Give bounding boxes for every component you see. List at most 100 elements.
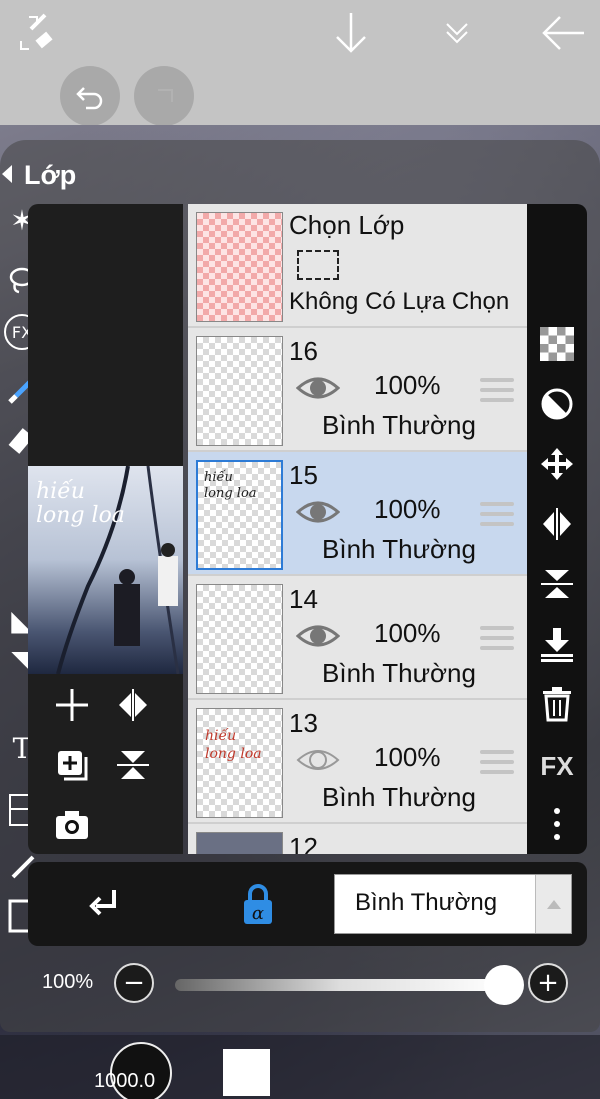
svg-text:α: α bbox=[252, 903, 264, 924]
undo-button[interactable] bbox=[60, 66, 120, 126]
merge-down-button[interactable] bbox=[535, 622, 579, 666]
double-chevron-down-icon bbox=[446, 23, 468, 44]
brush-eraser-swap-icon bbox=[20, 13, 53, 50]
layer-number: 12 bbox=[289, 832, 318, 854]
layer-opacity: 100% bbox=[374, 494, 441, 524]
layer-row[interactable]: 16 100% Bình Thường bbox=[188, 328, 527, 452]
tool-switch-button[interactable] bbox=[12, 8, 62, 58]
eye-hidden-icon[interactable] bbox=[296, 746, 340, 774]
selection-marquee-icon bbox=[297, 250, 339, 280]
merge-down-icon bbox=[541, 628, 573, 662]
invert-button[interactable] bbox=[535, 382, 579, 426]
preview-script-text: hiếu long loa bbox=[36, 479, 125, 528]
layer-number: 15 bbox=[289, 460, 318, 490]
arrow-down-icon bbox=[336, 13, 366, 53]
camera-button[interactable] bbox=[50, 803, 94, 847]
opacity-slider-track[interactable] bbox=[175, 979, 505, 991]
thumbnail-script-text: hiếu long loa bbox=[205, 728, 262, 762]
layer-blend-mode: Bình Thường bbox=[322, 782, 476, 812]
selection-layer-thumbnail bbox=[196, 212, 283, 322]
layer-thumbnail bbox=[196, 832, 283, 854]
arrow-left-icon bbox=[542, 16, 584, 50]
undo-icon bbox=[76, 87, 103, 110]
back-button[interactable] bbox=[536, 8, 590, 58]
drag-handle-icon[interactable] bbox=[480, 750, 514, 774]
eye-icon[interactable] bbox=[296, 498, 340, 526]
layer-blend-mode: Bình Thường bbox=[322, 658, 476, 688]
trash-icon bbox=[543, 687, 571, 722]
decrease-opacity-button[interactable]: − bbox=[114, 963, 154, 1003]
checkerboard-icon bbox=[540, 327, 574, 361]
fx-button[interactable]: FX bbox=[535, 744, 579, 788]
selection-layer-title: Chọn Lớp bbox=[289, 210, 405, 240]
eye-icon[interactable] bbox=[296, 622, 340, 650]
layer-row[interactable]: 14 100% Bình Thường bbox=[188, 576, 527, 700]
download-button[interactable] bbox=[326, 8, 376, 58]
eye-icon[interactable] bbox=[296, 374, 340, 402]
duplicate-icon bbox=[58, 751, 88, 781]
duplicate-layer-button[interactable] bbox=[50, 743, 94, 787]
clipping-button[interactable] bbox=[84, 884, 124, 924]
layer-row-selected[interactable]: hiếu long loa 15 100% Bình Thường bbox=[188, 452, 527, 576]
minus-icon: − bbox=[123, 968, 145, 998]
opacity-value-label: 100% bbox=[42, 971, 94, 993]
drag-handle-icon[interactable] bbox=[480, 378, 514, 402]
flip-horizontal-icon bbox=[119, 689, 147, 721]
thumbnail-script-text: hiếu long loa bbox=[204, 470, 257, 501]
alpha-lock-icon: α bbox=[244, 884, 272, 924]
expand-menu-button[interactable] bbox=[432, 8, 482, 58]
transparency-button[interactable] bbox=[535, 322, 579, 366]
increase-opacity-button[interactable]: + bbox=[528, 963, 568, 1003]
redo-button[interactable] bbox=[134, 66, 194, 126]
layer-thumbnail: hiếu long loa bbox=[196, 460, 283, 570]
layer-thumbnail: hiếu long loa bbox=[196, 708, 283, 818]
add-layer-button[interactable] bbox=[50, 683, 94, 727]
opacity-slider-knob[interactable] bbox=[484, 965, 524, 1005]
flip-vertical-layer-button[interactable] bbox=[535, 562, 579, 606]
layer-blend-mode: Bình Thường bbox=[322, 534, 476, 564]
alpha-lock-button[interactable]: α bbox=[238, 882, 278, 926]
more-vertical-icon bbox=[554, 808, 560, 840]
flip-horizontal-layer-button[interactable] bbox=[535, 502, 579, 546]
layer-opacity: 100% bbox=[374, 370, 441, 400]
contrast-icon bbox=[541, 388, 573, 420]
opacity-slider-row: 100% − + bbox=[0, 955, 600, 1015]
brush-size-value: 1000.0 bbox=[94, 1070, 156, 1092]
camera-icon bbox=[56, 811, 88, 839]
flip-horizontal-button[interactable] bbox=[111, 683, 155, 727]
layer-number: 14 bbox=[289, 584, 318, 614]
drag-handle-icon[interactable] bbox=[480, 502, 514, 526]
flip-horizontal-icon bbox=[543, 508, 571, 540]
layer-row[interactable]: hiếu long loa 13 100% Bình Thường bbox=[188, 700, 527, 824]
color-swatch[interactable] bbox=[223, 1049, 270, 1096]
layer-number: 13 bbox=[289, 708, 318, 738]
layer-blend-mode: Bình Thường bbox=[322, 410, 476, 440]
selection-layer-row[interactable]: Chọn Lớp Không Có Lựa Chọn bbox=[188, 204, 527, 328]
blend-mode-value: Bình Thường bbox=[355, 889, 498, 916]
canvas-preview-image: hiếu long loa bbox=[28, 466, 183, 674]
dropdown-arrow-icon[interactable] bbox=[535, 875, 571, 933]
panel-title: Lớp bbox=[24, 160, 77, 190]
redo-icon bbox=[158, 89, 173, 102]
plus-icon: + bbox=[537, 968, 559, 998]
selection-status: Không Có Lựa Chọn bbox=[289, 288, 510, 315]
blend-mode-select[interactable]: Bình Thường bbox=[334, 874, 572, 934]
layer-opacity: 100% bbox=[374, 742, 441, 772]
flip-vertical-button[interactable] bbox=[111, 743, 155, 787]
layer-list[interactable]: Chọn Lớp Không Có Lựa Chọn 16 100% Bình … bbox=[188, 204, 527, 854]
collapse-panel-icon[interactable] bbox=[2, 165, 12, 183]
clipping-arrow-icon bbox=[89, 890, 116, 916]
plus-icon bbox=[56, 689, 88, 721]
flip-vertical-icon bbox=[117, 751, 149, 779]
delete-layer-button[interactable] bbox=[535, 682, 579, 726]
layer-opacity: 100% bbox=[374, 618, 441, 648]
flip-vertical-icon bbox=[541, 570, 573, 598]
drag-handle-icon[interactable] bbox=[480, 626, 514, 650]
layer-thumbnail bbox=[196, 584, 283, 694]
layer-thumbnail bbox=[196, 336, 283, 446]
layer-number: 16 bbox=[289, 336, 318, 366]
more-options-button[interactable] bbox=[535, 802, 579, 846]
move-button[interactable] bbox=[535, 442, 579, 486]
move-icon bbox=[541, 448, 573, 480]
layer-row[interactable]: 12 bbox=[188, 824, 527, 854]
